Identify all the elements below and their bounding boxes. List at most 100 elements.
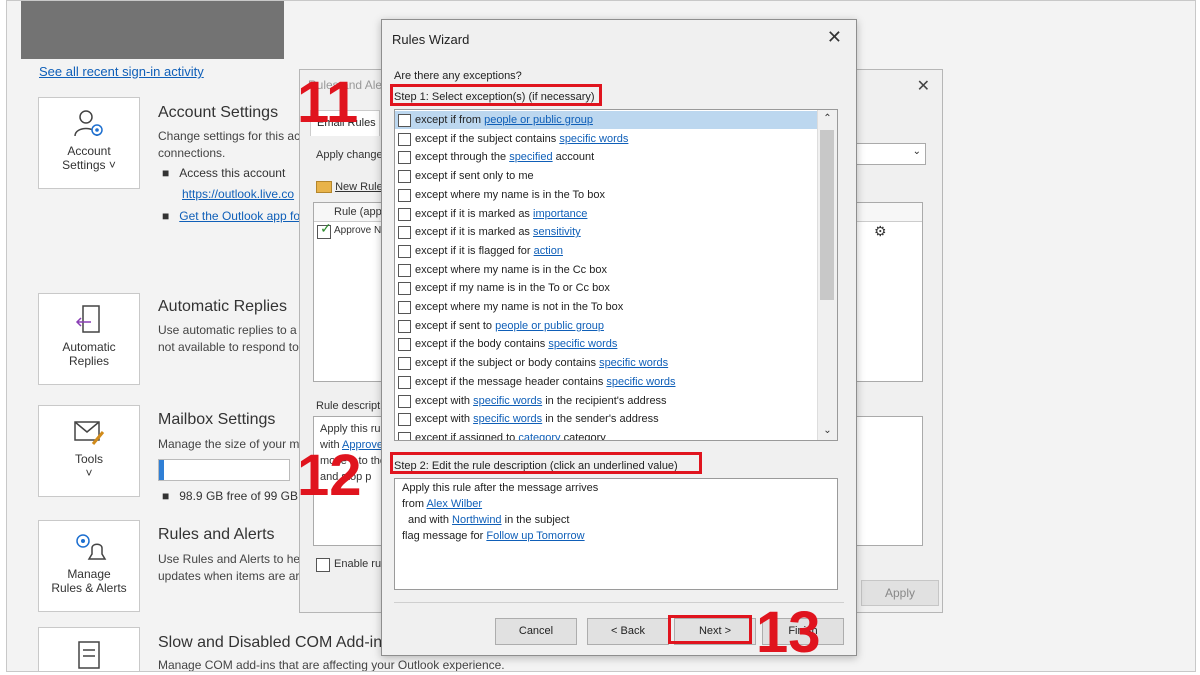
rule-options-icon[interactable]: ⚙ xyxy=(874,223,887,240)
exception-checkbox[interactable] xyxy=(398,375,411,389)
exception-item[interactable]: except if my name is in the To or Cc box xyxy=(395,279,817,297)
northwind-link[interactable]: Northwind xyxy=(452,514,502,526)
exception-checkbox[interactable] xyxy=(398,226,411,240)
wizard-desc-line: and with Northwind in the subject xyxy=(408,514,570,526)
apply-changes-combo[interactable]: ⌄ xyxy=(854,143,926,165)
wizard-desc-line: flag message for Follow up Tomorrow xyxy=(402,530,585,542)
rules-bell-icon xyxy=(76,534,107,560)
exception-checkbox[interactable] xyxy=(398,394,411,408)
account-settings-title: Account Settings xyxy=(158,104,279,121)
exception-item[interactable]: except if the subject or body contains s… xyxy=(395,354,817,372)
exception-item[interactable]: except if sent to people or public group xyxy=(395,317,817,335)
exception-item[interactable]: except where my name is in the Cc box xyxy=(395,261,817,279)
back-button[interactable]: < Back xyxy=(587,618,669,645)
apply-button[interactable]: Apply xyxy=(861,580,939,606)
exception-checkbox[interactable] xyxy=(398,301,411,314)
exception-checkbox[interactable] xyxy=(398,413,411,427)
exception-item[interactable]: except where my name is in the To box xyxy=(395,186,817,204)
rule-description-label: Rule descriptio xyxy=(316,400,389,412)
exception-value-link[interactable]: action xyxy=(534,245,563,257)
exception-text: except where my name is in the Cc box xyxy=(415,263,607,276)
exception-text: except with specific words in the sender… xyxy=(415,413,659,426)
exception-item[interactable]: except if it is marked as sensitivity xyxy=(395,223,817,241)
manage-rules-tile[interactable]: Manage Rules & Alerts xyxy=(38,520,140,612)
get-outlook-app-link[interactable]: Get the Outlook app fo xyxy=(179,209,300,223)
exception-checkbox[interactable] xyxy=(398,338,411,352)
rules-alerts-title: Rules and Alerts xyxy=(158,526,275,543)
com-addins-icon xyxy=(78,641,100,669)
storage-meter-fill xyxy=(159,460,165,480)
exception-checkbox[interactable] xyxy=(398,431,411,440)
tools-tile[interactable]: Tools ˅ xyxy=(38,405,140,497)
cancel-button[interactable]: Cancel xyxy=(495,618,577,645)
close-icon[interactable]: ✕ xyxy=(827,27,842,48)
automatic-replies-title: Automatic Replies xyxy=(158,298,287,315)
exception-item[interactable]: except with specific words in the recipi… xyxy=(395,392,817,410)
exception-item[interactable]: except if from people or public group xyxy=(395,111,817,129)
exception-checkbox[interactable] xyxy=(398,244,411,258)
exception-value-link[interactable]: specific words xyxy=(473,395,542,407)
exception-item[interactable]: except if sent only to me xyxy=(395,167,817,185)
rules-alerts-desc: updates when items are ar xyxy=(158,569,300,583)
exception-checkbox[interactable] xyxy=(398,357,411,371)
rule-row[interactable]: Approve No xyxy=(334,225,387,236)
com-addins-tile[interactable] xyxy=(38,627,140,671)
outlook-options-frame: See all recent sign-in activity Account … xyxy=(6,0,1196,672)
step-number-12: 12 xyxy=(297,443,362,508)
exception-checkbox[interactable] xyxy=(398,151,411,165)
scroll-down-icon[interactable]: ⌄ xyxy=(818,422,837,440)
exception-value-link[interactable]: category xyxy=(518,432,560,440)
exceptions-scrollbar[interactable]: ⌃ ⌄ xyxy=(817,110,837,440)
exception-text: except if assigned to category category xyxy=(415,429,606,440)
exception-value-link[interactable]: specific words xyxy=(559,133,628,145)
exception-value-link[interactable]: specific words xyxy=(599,357,668,369)
exception-checkbox[interactable] xyxy=(398,207,411,221)
account-settings-tile[interactable]: Account Settings ˅ xyxy=(38,97,140,189)
scroll-thumb[interactable] xyxy=(820,130,834,300)
exception-value-link[interactable]: sensitivity xyxy=(533,226,581,238)
exception-value-link[interactable]: importance xyxy=(533,208,587,220)
exception-checkbox[interactable] xyxy=(398,132,411,146)
exception-item[interactable]: except if it is flagged for action xyxy=(395,242,817,260)
exception-item[interactable]: except through the specified account xyxy=(395,148,817,166)
exception-text: except if the subject contains specific … xyxy=(415,132,629,145)
new-rule-button[interactable]: New Rule xyxy=(316,181,383,194)
exception-text: except if the body contains specific wor… xyxy=(415,338,618,351)
automatic-replies-tile[interactable]: Automatic Replies xyxy=(38,293,140,385)
exception-value-link[interactable]: specific words xyxy=(548,338,617,350)
exception-text: except if it is flagged for action xyxy=(415,244,563,257)
mailbox-settings-title: Mailbox Settings xyxy=(158,411,276,428)
exception-item[interactable]: except if the message header contains sp… xyxy=(395,373,817,391)
exception-checkbox[interactable] xyxy=(398,263,411,277)
alex-wilber-link[interactable]: Alex Wilber xyxy=(426,498,482,510)
new-rule-icon xyxy=(316,181,332,194)
exception-item[interactable]: except with specific words in the sender… xyxy=(395,410,817,428)
exception-item[interactable]: except if the body contains specific wor… xyxy=(395,335,817,353)
exception-item[interactable]: except if it is marked as importance xyxy=(395,205,817,223)
outlook-live-link[interactable]: https://outlook.live.co xyxy=(182,187,294,201)
exception-checkbox[interactable] xyxy=(398,319,411,333)
follow-up-link[interactable]: Follow up Tomorrow xyxy=(486,530,584,542)
storage-meter xyxy=(158,459,290,481)
header-placeholder xyxy=(21,1,284,59)
exception-value-link[interactable]: people or public group xyxy=(495,320,604,332)
exception-item[interactable]: except if the subject contains specific … xyxy=(395,130,817,148)
exception-checkbox[interactable] xyxy=(398,282,411,296)
exception-value-link[interactable]: specific words xyxy=(473,413,542,425)
signin-activity-link[interactable]: See all recent sign-in activity xyxy=(39,64,204,79)
exception-checkbox[interactable] xyxy=(398,170,411,184)
exception-value-link[interactable]: specified xyxy=(509,151,552,163)
exception-value-link[interactable]: specific words xyxy=(606,376,675,388)
scroll-up-icon[interactable]: ⌃ xyxy=(818,110,837,128)
exceptions-list[interactable]: except if assigned to category category e… xyxy=(394,109,838,441)
exception-text: except if it is marked as importance xyxy=(415,207,588,220)
next-highlight xyxy=(668,615,752,644)
close-icon[interactable]: ✕ xyxy=(917,76,930,96)
exception-item[interactable]: except where my name is not in the To bo… xyxy=(395,298,817,316)
enable-rules-checkbox[interactable] xyxy=(316,558,330,572)
exception-text: except if it is marked as sensitivity xyxy=(415,226,581,239)
exception-checkbox[interactable] xyxy=(398,188,411,202)
exception-value-link[interactable]: people or public group xyxy=(484,114,593,126)
exception-checkbox[interactable] xyxy=(398,114,411,127)
exception-item[interactable]: except if assigned to category category xyxy=(395,429,817,440)
